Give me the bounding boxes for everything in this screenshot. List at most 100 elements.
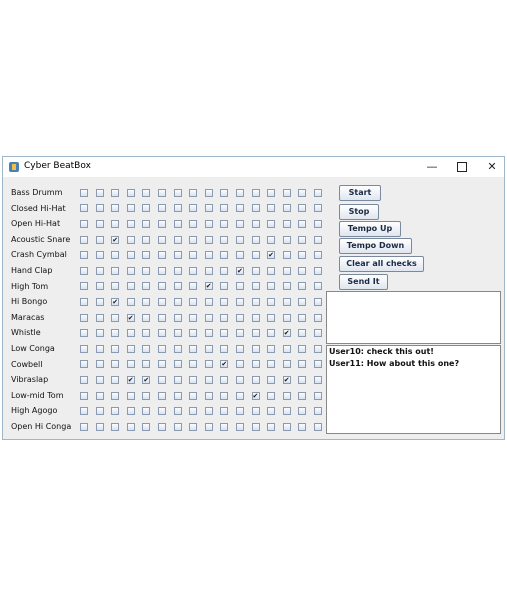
beat-checkbox[interactable]	[298, 391, 307, 400]
beat-checkbox[interactable]	[313, 422, 322, 431]
beat-checkbox[interactable]	[204, 188, 213, 197]
beat-checkbox[interactable]	[267, 422, 276, 431]
beat-checkbox[interactable]	[80, 375, 88, 384]
beat-checkbox[interactable]	[235, 282, 244, 291]
beat-checkbox[interactable]	[220, 407, 229, 416]
beat-checkbox[interactable]	[298, 266, 307, 275]
beat-checkbox[interactable]	[298, 360, 307, 369]
beat-checkbox[interactable]	[111, 251, 120, 260]
beat-checkbox[interactable]	[298, 282, 307, 291]
beat-checkbox[interactable]	[157, 204, 166, 213]
beat-checkbox[interactable]	[142, 235, 151, 244]
beat-checkbox[interactable]	[173, 297, 182, 306]
beat-checkbox[interactable]	[126, 188, 135, 197]
beat-checkbox[interactable]	[282, 282, 291, 291]
beat-checkbox[interactable]	[282, 266, 291, 275]
beat-checkbox[interactable]	[173, 360, 182, 369]
beat-checkbox[interactable]	[95, 188, 104, 197]
beat-checkbox[interactable]	[235, 391, 244, 400]
beat-checkbox[interactable]	[95, 204, 104, 213]
beat-checkbox[interactable]	[220, 282, 229, 291]
beat-checkbox[interactable]	[173, 422, 182, 431]
list-item[interactable]: User11: How about this one?	[327, 358, 500, 370]
beat-checkbox[interactable]	[126, 375, 135, 384]
beat-checkbox[interactable]	[313, 188, 322, 197]
beat-checkbox[interactable]	[142, 219, 151, 228]
beat-checkbox[interactable]	[173, 219, 182, 228]
beat-checkbox[interactable]	[189, 297, 198, 306]
list-item[interactable]: User10: check this out!	[327, 346, 500, 358]
beat-checkbox[interactable]	[251, 251, 260, 260]
beat-checkbox[interactable]	[282, 360, 291, 369]
beat-checkbox[interactable]	[267, 204, 276, 213]
beat-checkbox[interactable]	[142, 329, 151, 338]
beat-checkbox[interactable]	[251, 313, 260, 322]
beat-checkbox[interactable]	[80, 266, 88, 275]
beat-checkbox[interactable]	[313, 266, 322, 275]
beat-checkbox[interactable]	[95, 329, 104, 338]
beat-checkbox[interactable]	[157, 235, 166, 244]
beat-checkbox[interactable]	[80, 313, 88, 322]
beat-checkbox[interactable]	[142, 204, 151, 213]
beat-checkbox[interactable]	[80, 391, 88, 400]
tempo-down-button[interactable]: Tempo Down	[339, 238, 412, 254]
beat-checkbox[interactable]	[157, 360, 166, 369]
beat-checkbox[interactable]	[220, 251, 229, 260]
beat-checkbox[interactable]	[157, 375, 166, 384]
beat-checkbox[interactable]	[204, 235, 213, 244]
beat-checkbox[interactable]	[111, 297, 120, 306]
beat-checkbox[interactable]	[111, 266, 120, 275]
beat-checkbox[interactable]	[313, 313, 322, 322]
beat-checkbox[interactable]	[142, 188, 151, 197]
beat-checkbox[interactable]	[142, 297, 151, 306]
beat-checkbox[interactable]	[235, 219, 244, 228]
beat-checkbox[interactable]	[126, 360, 135, 369]
beat-checkbox[interactable]	[282, 297, 291, 306]
beat-checkbox[interactable]	[251, 219, 260, 228]
beat-checkbox[interactable]	[80, 407, 88, 416]
incoming-messages-list[interactable]: User10: check this out! User11: How abou…	[326, 345, 501, 434]
beat-checkbox[interactable]	[282, 391, 291, 400]
beat-checkbox[interactable]	[220, 422, 229, 431]
beat-checkbox[interactable]	[282, 313, 291, 322]
beat-checkbox[interactable]	[173, 329, 182, 338]
beat-checkbox[interactable]	[189, 219, 198, 228]
beat-checkbox[interactable]	[126, 282, 135, 291]
beat-checkbox[interactable]	[282, 204, 291, 213]
beat-checkbox[interactable]	[204, 282, 213, 291]
beat-checkbox[interactable]	[95, 266, 104, 275]
beat-checkbox[interactable]	[220, 235, 229, 244]
beat-checkbox[interactable]	[142, 251, 151, 260]
beat-checkbox[interactable]	[282, 422, 291, 431]
beat-checkbox[interactable]	[95, 251, 104, 260]
beat-checkbox[interactable]	[157, 422, 166, 431]
beat-checkbox[interactable]	[298, 251, 307, 260]
beat-checkbox[interactable]	[267, 329, 276, 338]
beat-checkbox[interactable]	[80, 188, 88, 197]
beat-checkbox[interactable]	[189, 282, 198, 291]
beat-checkbox[interactable]	[251, 204, 260, 213]
beat-checkbox[interactable]	[111, 375, 120, 384]
beat-checkbox[interactable]	[157, 329, 166, 338]
beat-checkbox[interactable]	[267, 251, 276, 260]
beat-checkbox[interactable]	[189, 251, 198, 260]
beat-checkbox[interactable]	[189, 313, 198, 322]
stop-button[interactable]: Stop	[339, 204, 379, 220]
beat-checkbox[interactable]	[251, 188, 260, 197]
beat-checkbox[interactable]	[95, 297, 104, 306]
beat-checkbox[interactable]	[282, 329, 291, 338]
beat-checkbox[interactable]	[189, 360, 198, 369]
beat-checkbox[interactable]	[142, 407, 151, 416]
beat-checkbox[interactable]	[235, 344, 244, 353]
beat-checkbox[interactable]	[157, 391, 166, 400]
beat-checkbox[interactable]	[298, 422, 307, 431]
beat-checkbox[interactable]	[251, 282, 260, 291]
beat-checkbox[interactable]	[80, 282, 88, 291]
beat-checkbox[interactable]	[313, 297, 322, 306]
beat-checkbox[interactable]	[95, 219, 104, 228]
beat-checkbox[interactable]	[267, 297, 276, 306]
beat-checkbox[interactable]	[157, 297, 166, 306]
beat-checkbox[interactable]	[111, 360, 120, 369]
beat-checkbox[interactable]	[220, 375, 229, 384]
beat-checkbox[interactable]	[111, 204, 120, 213]
